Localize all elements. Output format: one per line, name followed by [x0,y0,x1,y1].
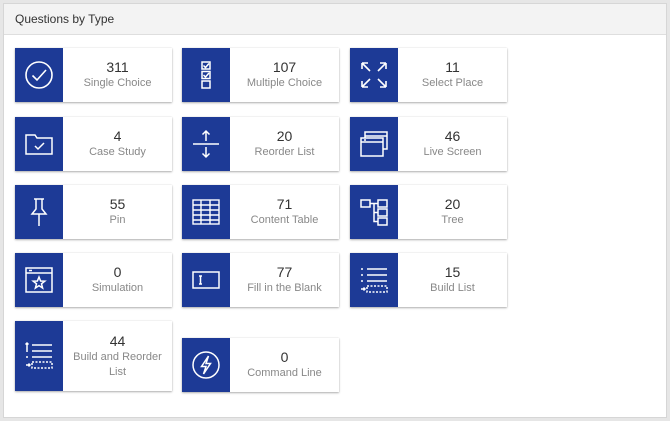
card-count: 44 [109,332,126,349]
card-command-line[interactable]: 0 Command Line [182,338,339,392]
card-label: Command Line [247,367,322,379]
text-box-icon [182,253,230,307]
card-count: 15 [444,264,461,280]
card-label: Simulation [91,282,144,294]
folder-check-icon [15,117,63,171]
card-tree[interactable]: 20 Tree [350,185,507,239]
card-simulation[interactable]: 0 Simulation [15,253,172,307]
card-live-screen[interactable]: 46 Live Screen [350,117,507,171]
card-label: Build List [430,282,475,294]
card-label: Single Choice [83,77,152,89]
checkbox-list-icon [182,48,230,102]
build-list-icon [350,253,398,307]
card-count: 11 [445,59,460,75]
windows-icon [350,117,398,171]
build-reorder-list-icon [15,321,63,391]
card-count: 77 [276,264,293,280]
card-count: 20 [444,196,461,212]
card-single-choice[interactable]: 311 Single Choice [15,48,172,102]
expand-arrows-icon [350,48,398,102]
card-count: 71 [276,196,293,212]
card-fill-in-the-blank[interactable]: 77 Fill in the Blank [182,253,339,307]
card-label: Fill in the Blank [247,282,322,294]
card-label: Build and Reorder List [73,350,162,378]
card-label: Tree [441,214,464,226]
card-count: 0 [280,349,289,365]
lightning-circle-icon [182,338,230,392]
card-label: Live Screen [423,146,482,158]
card-reorder-list[interactable]: 20 Reorder List [182,117,339,171]
questions-by-type-panel: Questions by Type 311 Single Choice 107 … [3,3,667,418]
card-count: 20 [276,128,293,144]
pushpin-icon [15,185,63,239]
card-label: Case Study [89,146,146,158]
reorder-arrows-icon [182,117,230,171]
card-build-list[interactable]: 15 Build List [350,253,507,307]
card-count: 107 [272,59,297,75]
table-icon [182,185,230,239]
card-pin[interactable]: 55 Pin [15,185,172,239]
card-label: Reorder List [254,146,315,158]
card-content-table[interactable]: 71 Content Table [182,185,339,239]
tree-icon [350,185,398,239]
card-multiple-choice[interactable]: 107 Multiple Choice [182,48,339,102]
card-count: 0 [113,264,122,280]
window-star-icon [15,253,63,307]
card-label: Multiple Choice [246,77,323,89]
card-case-study[interactable]: 4 Case Study [15,117,172,171]
card-label: Pin [109,214,126,226]
card-label: Content Table [250,214,319,226]
card-label: Select Place [421,77,484,89]
card-count: 4 [113,128,122,144]
check-circle-icon [15,48,63,102]
card-count: 55 [109,196,126,212]
card-count: 311 [106,59,129,75]
card-select-place[interactable]: 11 Select Place [350,48,507,102]
panel-title: Questions by Type [4,4,666,35]
card-count: 46 [444,128,461,144]
card-build-and-reorder-list[interactable]: 44 Build and Reorder List [15,321,172,391]
